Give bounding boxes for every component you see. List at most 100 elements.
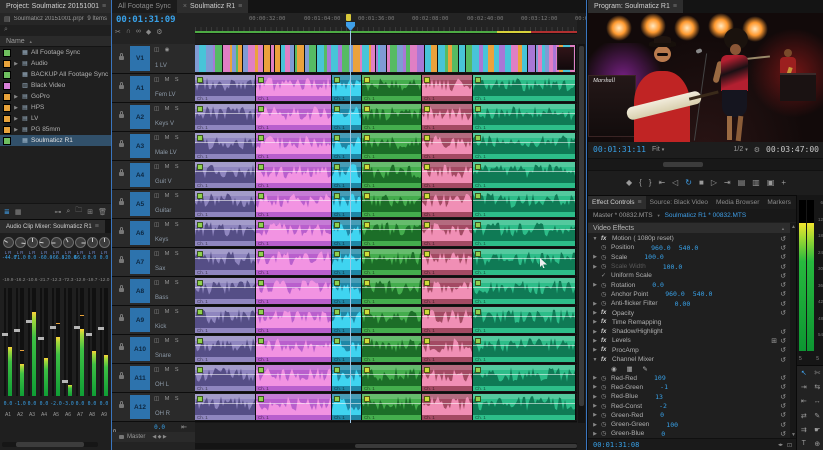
- lock-icon[interactable]: [119, 56, 124, 60]
- project-item[interactable]: ▦Soulmaticz R1: [0, 135, 111, 146]
- effect-row[interactable]: ▶fxLevels⊞↺: [588, 336, 790, 345]
- volume-rubber-band[interactable]: [256, 171, 331, 172]
- tab-program[interactable]: Program: Soulmaticz R1 ≡: [588, 0, 683, 13]
- step-forward-button[interactable]: ▷: [711, 178, 717, 187]
- audio-clip[interactable]: Ch. 1: [256, 162, 332, 188]
- track-toggle-icons[interactable]: ◫ M S: [154, 193, 181, 199]
- volume-rubber-band[interactable]: [332, 345, 361, 346]
- parameter-row[interactable]: ▶◷Anti-flicker Filter0.00↺: [588, 299, 790, 308]
- project-item[interactable]: ▶▤PG 85mm: [0, 124, 111, 135]
- volume-db-value[interactable]: -19.9: [2, 278, 14, 283]
- twirl-arrow-icon[interactable]: ▶: [592, 375, 598, 381]
- effect-row[interactable]: ▶fxShadow/Highlight↺: [588, 327, 790, 336]
- timeline-timecode[interactable]: 00:01:31:09: [116, 15, 176, 25]
- zoom-bar-icon[interactable]: ⊡: [787, 442, 792, 449]
- label-color-swatch[interactable]: [3, 93, 11, 101]
- add-marker-button[interactable]: ◆: [626, 178, 632, 187]
- audio-clip[interactable]: Ch. 1: [362, 104, 422, 130]
- panel-menu-icon[interactable]: ≡: [95, 223, 99, 230]
- project-file-row[interactable]: ▤ Soulmaticz 20151001.prproj 9 Items: [0, 13, 111, 25]
- param-value[interactable]: 109: [654, 374, 666, 382]
- audio-clip[interactable]: Ch. 1: [473, 220, 576, 246]
- video-effects-section-header[interactable]: Video Effects ▲: [588, 223, 790, 233]
- lock-icon[interactable]: [119, 230, 124, 234]
- track-target-a10[interactable]: A10: [130, 337, 150, 361]
- mark-out-button[interactable]: }: [649, 178, 652, 187]
- zoom-tool[interactable]: ⊕: [812, 438, 823, 449]
- volume-rubber-band[interactable]: [473, 258, 575, 259]
- track-target-a1[interactable]: A1: [130, 76, 150, 100]
- master-track-header[interactable]: Master ◀ ◆ ▶: [112, 432, 195, 442]
- volume-rubber-band[interactable]: [256, 142, 331, 143]
- channel-level-value[interactable]: 0.0: [2, 402, 14, 407]
- volume-rubber-band[interactable]: [422, 200, 472, 201]
- volume-rubber-band[interactable]: [256, 229, 331, 230]
- close-icon[interactable]: ×: [183, 3, 187, 10]
- audio-clip[interactable]: Ch. 1: [422, 104, 473, 130]
- panel-menu-icon[interactable]: ≡: [102, 3, 106, 10]
- volume-rubber-band[interactable]: [256, 345, 331, 346]
- audio-clip[interactable]: Ch. 1: [473, 394, 576, 420]
- twirl-arrow-icon[interactable]: ▶: [592, 264, 598, 270]
- tab-source-black-video[interactable]: Source: Black Video: [646, 196, 712, 209]
- volume-db-value[interactable]: -12.0: [98, 278, 110, 283]
- pan-value[interactable]: -20.0: [62, 256, 74, 261]
- icon-view-icon[interactable]: ▦: [15, 208, 22, 216]
- channel-fader[interactable]: [100, 288, 102, 396]
- twirl-arrow-icon[interactable]: ▶: [592, 329, 598, 335]
- audio-clip[interactable]: Ch. 1: [332, 220, 362, 246]
- pan-knob[interactable]: [99, 237, 110, 248]
- twirl-arrow-icon[interactable]: ▶: [592, 310, 598, 316]
- program-timecode[interactable]: 00:01:31:11: [593, 145, 646, 154]
- parameter-row[interactable]: ▶◷Green-Green100↺: [588, 420, 790, 429]
- stopwatch-icon[interactable]: ◷: [601, 375, 608, 382]
- parameter-row[interactable]: ✓Uniform Scale↺: [588, 271, 790, 280]
- volume-rubber-band[interactable]: [362, 316, 421, 317]
- timeline-horizontal-scrollbar[interactable]: [195, 443, 577, 449]
- project-item[interactable]: ▦BACKUP All Footage Sync: [0, 69, 111, 80]
- export-frame-button[interactable]: ▣: [767, 178, 775, 187]
- label-color-swatch[interactable]: [3, 60, 11, 68]
- param-value[interactable]: 13: [655, 393, 663, 401]
- audio-clip[interactable]: Ch. 1: [362, 307, 422, 333]
- pan-value[interactable]: 71.0: [14, 256, 26, 261]
- tab-media-browser[interactable]: Media Browser: [712, 196, 763, 209]
- volume-rubber-band[interactable]: [332, 258, 361, 259]
- master-clip-tab[interactable]: Master * 00832.MTS: [593, 212, 653, 219]
- ripple-edit-tool[interactable]: ⇤: [798, 396, 809, 407]
- selection-tool[interactable]: ↖: [798, 368, 809, 379]
- audio-clip[interactable]: Ch. 1: [473, 278, 576, 304]
- track-target-a8[interactable]: A8: [130, 279, 150, 303]
- track-header-a5[interactable]: A5◫ M SGuitar: [112, 190, 195, 219]
- track-target-a3[interactable]: A3: [130, 134, 150, 158]
- tab-audio-clip-mixer[interactable]: Audio Clip Mixer: Soulmaticz R1 ≡: [0, 220, 105, 233]
- volume-rubber-band[interactable]: [362, 345, 421, 346]
- mark-in-button[interactable]: {: [639, 178, 642, 187]
- effect-row[interactable]: ▼fxMotion ( 1080p reset)↺: [588, 234, 790, 243]
- lock-icon[interactable]: [119, 404, 124, 408]
- track-header-a2[interactable]: A2◫ M SKeys V: [112, 103, 195, 132]
- pan-knob[interactable]: [27, 237, 38, 248]
- audio-clip[interactable]: Ch. 1: [422, 249, 473, 275]
- channel-fader[interactable]: [28, 288, 30, 396]
- lift-button[interactable]: ▤: [738, 178, 746, 187]
- stopwatch-icon[interactable]: ◷: [601, 263, 608, 270]
- volume-rubber-band[interactable]: [332, 287, 361, 288]
- audio-clip[interactable]: Ch. 1: [473, 365, 576, 391]
- disclosure-triangle[interactable]: ▶: [13, 94, 19, 100]
- audio-clip[interactable]: Ch. 1: [362, 249, 422, 275]
- volume-rubber-band[interactable]: [256, 200, 331, 201]
- label-color-swatch[interactable]: [3, 82, 11, 90]
- audio-clip[interactable]: Ch. 1: [195, 365, 256, 391]
- list-view-icon[interactable]: ≣: [4, 208, 10, 216]
- pen-tool[interactable]: ✎: [812, 410, 823, 421]
- fx-badge-icon[interactable]: fx: [601, 310, 609, 316]
- effect-row[interactable]: ▶fxOpacity↺: [588, 308, 790, 317]
- delete-icon[interactable]: 🗑: [98, 208, 107, 216]
- volume-rubber-band[interactable]: [195, 374, 255, 375]
- reset-icon[interactable]: ↺: [780, 290, 786, 298]
- audio-clip[interactable]: Ch. 1: [422, 162, 473, 188]
- audio-clip[interactable]: Ch. 1: [473, 104, 576, 130]
- extract-button[interactable]: ▥: [752, 178, 760, 187]
- audio-clip[interactable]: Ch. 1: [422, 191, 473, 217]
